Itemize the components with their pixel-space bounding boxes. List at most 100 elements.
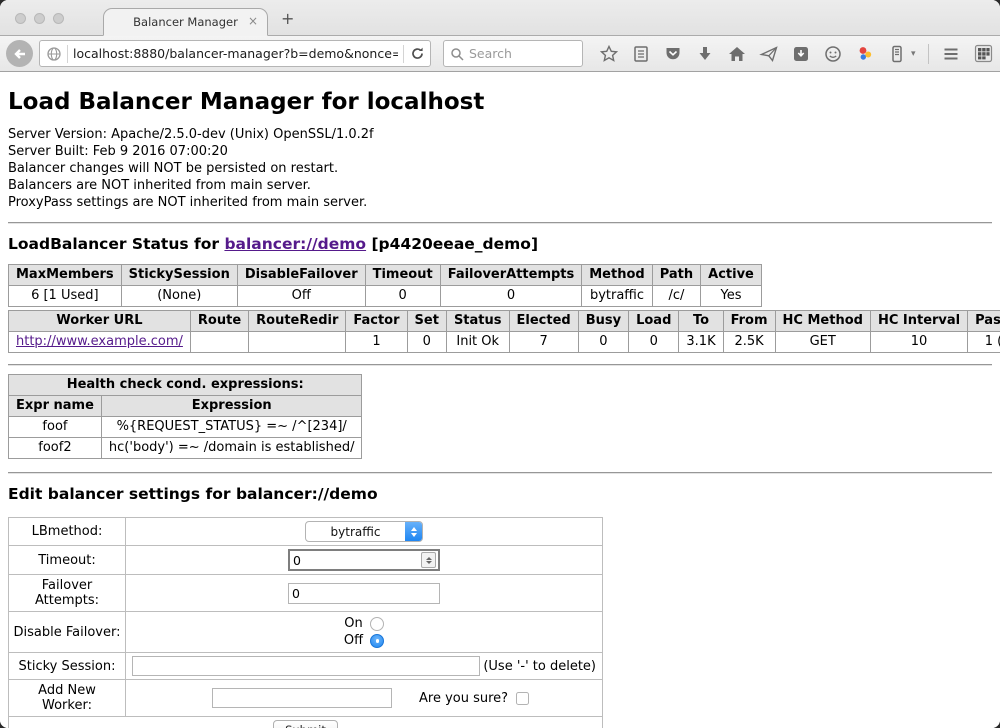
- url-bar[interactable]: localhost:8880/balancer-manager?b=demo&n…: [39, 40, 431, 67]
- timeout-input[interactable]: [290, 553, 421, 568]
- worker-table: Worker URL Route RouteRedir Factor Set S…: [8, 310, 1000, 353]
- cell-expression: hc('body') =~ /domain is established/: [101, 438, 362, 459]
- bookmark-star-icon[interactable]: [599, 44, 619, 64]
- pocket-icon[interactable]: [663, 44, 683, 64]
- failover-label: Failover Attempts:: [9, 575, 126, 612]
- balancer-settings-form: LBmethod: bytraffic Timeout:: [8, 517, 603, 728]
- container-icon[interactable]: [887, 44, 907, 64]
- chevron-down-icon[interactable]: ▾: [911, 49, 916, 59]
- cell-elected: 7: [509, 332, 578, 353]
- globe-icon: [46, 46, 62, 62]
- divider: [8, 364, 992, 366]
- cell-worker-url: http://www.example.com/: [9, 332, 191, 353]
- edit-settings-heading: Edit balancer settings for balancer://de…: [8, 485, 992, 503]
- col-header: Set: [407, 311, 446, 332]
- feedback-smiley-icon[interactable]: [823, 44, 843, 64]
- col-header: Method: [582, 265, 652, 286]
- toolbar-separator: [928, 44, 929, 64]
- minimize-window-button[interactable]: [34, 13, 45, 24]
- cell-disablefailover: Off: [237, 286, 365, 307]
- add-worker-label: Add New Worker:: [9, 680, 126, 717]
- downloads-icon[interactable]: [695, 44, 715, 64]
- back-button[interactable]: [6, 40, 33, 67]
- lbmethod-value-cell: bytraffic: [126, 518, 603, 546]
- cell-expr-name: foof2: [9, 438, 102, 459]
- col-header: MaxMembers: [9, 265, 122, 286]
- timeout-label: Timeout:: [9, 546, 126, 575]
- inherit-notice-line: Balancers are NOT inherited from main se…: [8, 177, 992, 194]
- tile-grid-extension-icon[interactable]: [973, 43, 994, 64]
- form-row-sticky: Sticky Session: (Use '-' to delete): [9, 653, 603, 680]
- container-group: ▾: [887, 44, 916, 64]
- timeout-value-cell: [126, 546, 603, 575]
- submit-button[interactable]: Submit: [273, 720, 338, 728]
- health-check-table: Health check cond. expressions: Expr nam…: [8, 374, 362, 459]
- search-bar[interactable]: Search: [443, 40, 583, 67]
- home-icon[interactable]: [727, 44, 747, 64]
- balancer-demo-link[interactable]: balancer://demo: [224, 235, 366, 253]
- divider: [8, 222, 992, 224]
- col-header: HC Interval: [870, 311, 967, 332]
- reading-list-icon[interactable]: [631, 44, 651, 64]
- send-icon[interactable]: [759, 44, 779, 64]
- form-row-timeout: Timeout:: [9, 546, 603, 575]
- close-window-button[interactable]: [15, 13, 26, 24]
- urlbar-divider: [403, 45, 404, 63]
- radio-on-label: On: [344, 615, 362, 632]
- col-header: From: [723, 311, 775, 332]
- cell-failoverattempts: 0: [440, 286, 582, 307]
- worker-header-row: Worker URL Route RouteRedir Factor Set S…: [9, 311, 1000, 332]
- timeout-input-wrap: [288, 549, 440, 571]
- disable-failover-value-cell: On Off: [126, 612, 603, 653]
- sticky-label: Sticky Session:: [9, 653, 126, 680]
- radio-off-row: Off: [130, 632, 598, 649]
- new-tab-button[interactable]: +: [281, 9, 294, 28]
- failover-attempts-input[interactable]: [288, 583, 440, 604]
- radio-off[interactable]: [370, 634, 384, 648]
- col-header: Timeout: [365, 265, 440, 286]
- add-worker-value-cell: Are you sure?: [126, 680, 603, 717]
- back-arrow-icon: [12, 46, 28, 62]
- col-header: FailoverAttempts: [440, 265, 582, 286]
- col-header: StickySession: [121, 265, 237, 286]
- tab-balancer-manager[interactable]: Balancer Manager ×: [103, 8, 268, 36]
- server-built-line: Server Built: Feb 9 2016 07:00:20: [8, 143, 992, 160]
- col-header: HC Method: [775, 311, 870, 332]
- url-text[interactable]: localhost:8880/balancer-manager?b=demo&n…: [73, 46, 398, 61]
- window-controls: [15, 13, 64, 24]
- zoom-window-button[interactable]: [53, 13, 64, 24]
- cell-stickysession: (None): [121, 286, 237, 307]
- health-title-row: Health check cond. expressions:: [9, 375, 362, 396]
- worker-url-link[interactable]: http://www.example.com/: [16, 334, 183, 349]
- form-row-add-worker: Add New Worker: Are you sure?: [9, 680, 603, 717]
- menu-hamburger-icon[interactable]: [941, 44, 961, 64]
- lbmethod-select[interactable]: bytraffic: [305, 521, 423, 542]
- save-to-device-icon[interactable]: [791, 44, 811, 64]
- toolbar-icons: ▾: [599, 43, 994, 64]
- tab-close-icon[interactable]: ×: [248, 15, 258, 27]
- disable-failover-label: Disable Failover:: [9, 612, 126, 653]
- divider: [8, 472, 992, 474]
- add-worker-input[interactable]: [212, 688, 392, 708]
- balancer-status-table: MaxMembers StickySession DisableFailover…: [8, 264, 762, 307]
- are-you-sure-checkbox[interactable]: [516, 692, 529, 705]
- extension-palette-icon[interactable]: [855, 44, 875, 64]
- col-header: Expression: [101, 396, 362, 417]
- radio-on[interactable]: [370, 617, 384, 631]
- select-stepper-icon: [405, 522, 422, 541]
- col-header: Passes: [968, 311, 1000, 332]
- sticky-session-input[interactable]: [132, 656, 480, 676]
- reload-icon[interactable]: [409, 45, 426, 62]
- cell-expression: %{REQUEST_STATUS} =~ /^[234]/: [101, 417, 362, 438]
- cell-status: Init Ok: [446, 332, 509, 353]
- tab-title: Balancer Manager: [133, 15, 238, 29]
- number-spinner-icon[interactable]: [421, 552, 436, 568]
- search-placeholder: Search: [469, 46, 512, 61]
- cell-hc-method: GET: [775, 332, 870, 353]
- col-header: RouteRedir: [249, 311, 346, 332]
- col-header: To: [679, 311, 723, 332]
- page-content: Load Balancer Manager for localhost Serv…: [0, 72, 1000, 728]
- persist-notice-line: Balancer changes will NOT be persisted o…: [8, 160, 992, 177]
- cell-routeredir: [249, 332, 346, 353]
- cell-load: 0: [629, 332, 679, 353]
